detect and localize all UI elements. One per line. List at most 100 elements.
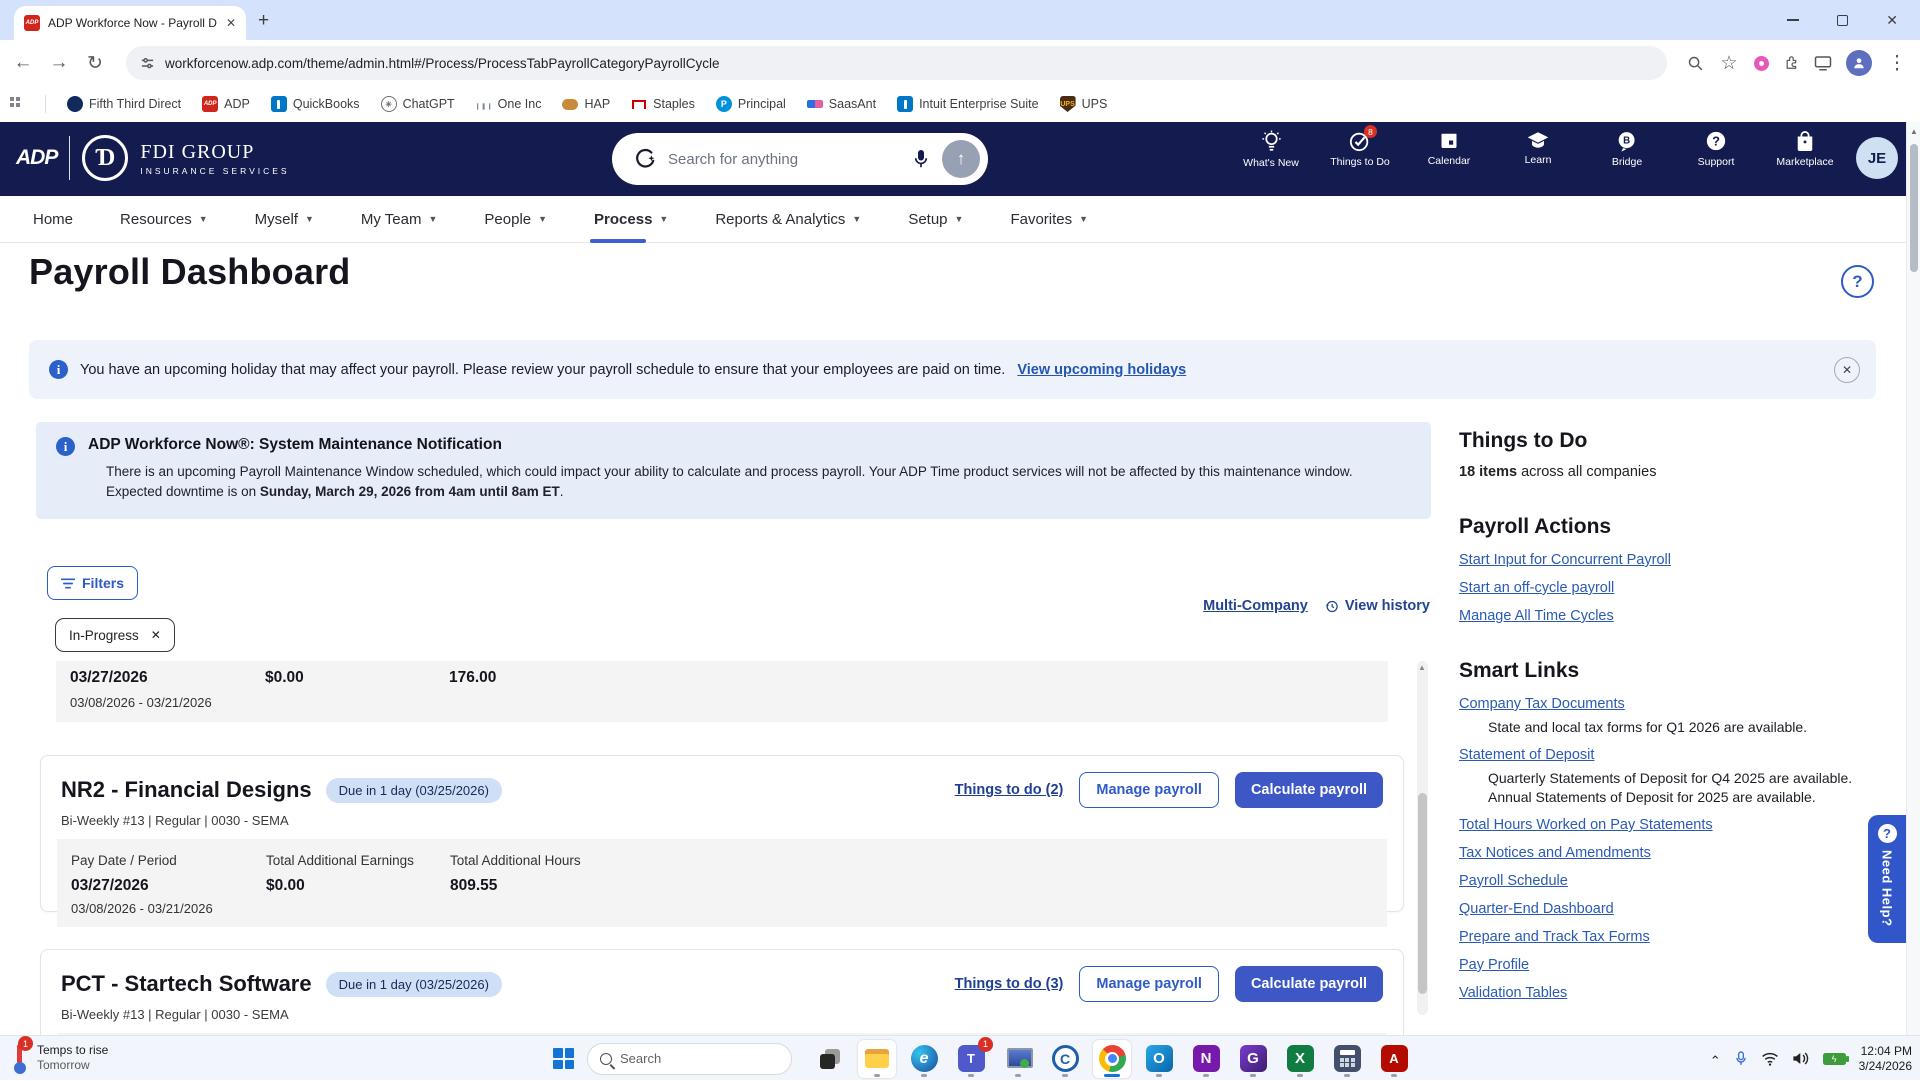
forward-icon[interactable]: → [48,52,70,74]
list-scrollbar[interactable]: ▲ [1417,661,1428,1015]
system-app-button[interactable] [999,1040,1037,1078]
nav-reports-analytics[interactable]: Reports & Analytics ▼ [715,196,861,243]
tray-clock[interactable]: 12:04 PM 3/24/2026 [1859,1044,1912,1074]
chip-remove-icon[interactable]: ✕ [151,628,161,642]
start-button[interactable] [553,1048,574,1069]
bookmark-ups[interactable]: UPS UPS [1059,96,1107,112]
outlook-button[interactable]: O [1140,1040,1178,1078]
menu-bridge[interactable]: B Bridge [1596,130,1658,169]
smart-link-validation-tables[interactable]: Validation Tables [1459,985,1879,1001]
things-to-do-link[interactable]: Things to do (3) [955,976,1064,992]
filter-chip-in-progress[interactable]: In-Progress ✕ [55,618,175,652]
nav-favorites[interactable]: Favorites ▼ [1010,196,1088,243]
calculate-payroll-button[interactable]: Calculate payroll [1234,966,1383,1002]
menu-support[interactable]: ? Support [1685,130,1747,169]
nav-my-team[interactable]: My Team ▼ [361,196,438,243]
bookmark-fifth-third[interactable]: Fifth Third Direct [67,96,181,112]
scrollbar-thumb[interactable] [1910,144,1918,272]
mic-tray-icon[interactable] [1734,1050,1748,1068]
tray-chevron-icon[interactable]: ⌃ [1710,1053,1721,1069]
smart-link-company-tax-documents[interactable]: Company Tax Documents [1459,696,1879,712]
taskbar-search-input[interactable] [620,1051,760,1066]
banner-close-icon[interactable]: ✕ [1834,357,1860,383]
onenote-button[interactable]: N [1187,1040,1225,1078]
smart-link-quarter-end-dashboard[interactable]: Quarter-End Dashboard [1459,901,1879,917]
bookmark-quickbooks[interactable]: QuickBooks [270,96,360,112]
speaker-icon[interactable] [1792,1051,1810,1066]
nav-myself[interactable]: Myself ▼ [255,196,314,243]
teams-button[interactable]: T1 [952,1036,993,1078]
smart-link-prepare-track-tax-forms[interactable]: Prepare and Track Tax Forms [1459,929,1879,945]
menu-marketplace[interactable]: Marketplace [1774,130,1836,169]
device-icon[interactable] [1814,55,1832,71]
extension-icon-pink[interactable] [1754,55,1769,71]
menu-calendar[interactable]: Calendar [1418,130,1480,169]
view-upcoming-holidays-link[interactable]: View upcoming holidays [1017,362,1186,378]
user-avatar[interactable]: JE [1856,137,1898,179]
action-link-manage-time-cycles[interactable]: Manage All Time Cycles [1459,608,1879,624]
bookmark-star-icon[interactable]: ☆ [1718,52,1740,75]
back-icon[interactable]: ← [12,52,34,74]
things-to-do-link[interactable]: Things to do (2) [955,782,1064,798]
search-submit-button[interactable]: ↑ [942,140,980,178]
scroll-up-icon[interactable]: ▲ [1418,663,1426,672]
page-help-button[interactable]: ? [1841,265,1874,298]
multi-company-link[interactable]: Multi-Company [1203,598,1308,614]
site-settings-icon[interactable] [140,56,155,71]
bookmark-staples[interactable]: Staples [631,96,695,112]
acrobat-button[interactable]: A [1375,1040,1413,1078]
bookmark-hap[interactable]: HAP [562,97,610,111]
task-view-button[interactable] [811,1040,849,1078]
address-bar[interactable]: workforcenow.adp.com/theme/admin.html#/P… [126,46,1667,80]
menu-learn[interactable]: Learn [1507,130,1569,169]
smart-link-total-hours-worked[interactable]: Total Hours Worked on Pay Statements [1459,817,1879,833]
bookmark-saasant[interactable]: SaasAnt [806,97,876,111]
menu-things-to-do[interactable]: 8 Things to Do [1329,125,1391,169]
apps-grid-icon[interactable] [10,97,24,111]
global-search[interactable]: ↑ [612,133,988,185]
filters-button[interactable]: Filters [47,566,139,600]
smart-link-payroll-schedule[interactable]: Payroll Schedule [1459,873,1879,889]
c-app-button[interactable]: C [1046,1040,1084,1078]
action-link-concurrent-payroll[interactable]: Start Input for Concurrent Payroll [1459,552,1879,568]
nav-people[interactable]: People ▼ [484,196,547,243]
purple-g-app-button[interactable]: G [1234,1040,1272,1078]
browser-profile-avatar[interactable] [1846,50,1872,76]
tab-close-icon[interactable]: ✕ [226,16,236,30]
edge-button[interactable]: e [905,1040,943,1078]
scroll-up-icon[interactable]: ▲ [1910,127,1918,136]
taskbar-search[interactable] [587,1042,792,1075]
nav-resources[interactable]: Resources ▼ [120,196,208,243]
scrollbar-thumb[interactable] [1418,793,1427,994]
bookmark-one-inc[interactable]: ╷╻╷ One Inc [475,96,541,112]
weather-widget[interactable]: 1 Temps to rise Tomorrow [8,1036,108,1074]
browser-menu-icon[interactable]: ⋮ [1886,52,1908,75]
browser-tab[interactable]: ADP ADP Workforce Now - Payroll D ✕ [14,6,246,40]
need-help-tab[interactable]: ? Need Help? [1868,815,1906,943]
extensions-puzzle-icon[interactable] [1783,55,1800,72]
calculator-button[interactable] [1328,1040,1366,1078]
battery-icon[interactable]: ϟ [1822,1052,1849,1065]
new-tab-button[interactable]: + [258,10,269,32]
smart-link-statement-of-deposit[interactable]: Statement of Deposit [1459,747,1879,763]
nav-setup[interactable]: Setup ▼ [908,196,963,243]
smart-link-tax-notices[interactable]: Tax Notices and Amendments [1459,845,1879,861]
search-input[interactable] [668,150,900,168]
mic-icon[interactable] [912,148,930,170]
bookmark-principal[interactable]: P Principal [715,96,786,112]
menu-whats-new[interactable]: What's New [1240,130,1302,169]
file-explorer-button[interactable] [858,1039,896,1078]
reload-icon[interactable]: ↻ [84,52,106,75]
excel-button[interactable]: X [1281,1040,1319,1078]
bookmark-chatgpt[interactable]: ✳ ChatGPT [380,96,455,112]
manage-payroll-button[interactable]: Manage payroll [1079,772,1219,808]
nav-process[interactable]: Process ▼ [590,196,668,243]
action-link-off-cycle-payroll[interactable]: Start an off-cycle payroll [1459,580,1879,596]
chrome-button[interactable] [1093,1039,1131,1078]
window-maximize-button[interactable] [1837,14,1849,26]
wifi-icon[interactable] [1761,1052,1779,1066]
bookmark-adp[interactable]: ADP ADP [202,96,250,112]
window-close-button[interactable]: ✕ [1886,12,1898,29]
bookmark-intuit[interactable]: Intuit Enterprise Suite [897,96,1039,112]
view-history-link[interactable]: View history [1324,598,1430,614]
